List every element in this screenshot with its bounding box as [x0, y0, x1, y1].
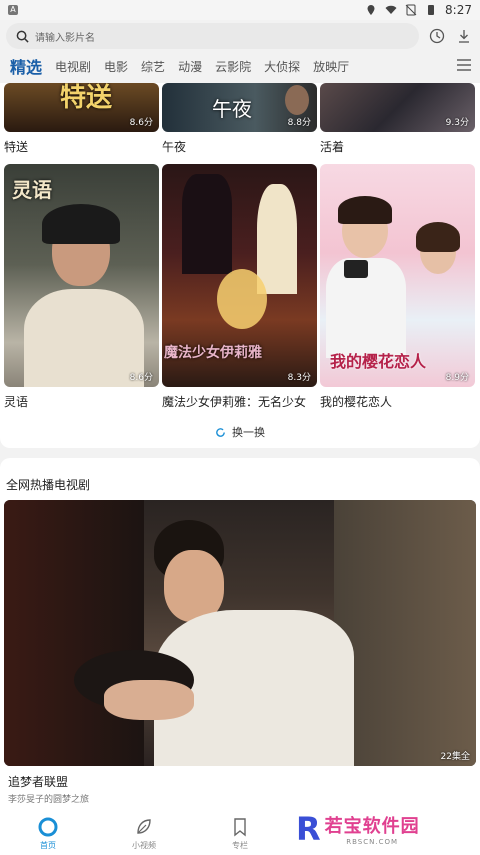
tab-movies[interactable]: 电影	[104, 58, 128, 75]
hot-tv-section: 全网热播电视剧 22集全 追梦者联盟 李莎旻子的圆梦之旅	[0, 458, 480, 813]
status-icons: 8:27	[365, 3, 472, 17]
section-title: 全网热播电视剧	[6, 478, 91, 492]
clock-icon	[429, 28, 444, 44]
movie-card[interactable]: 9.3分 活着	[320, 83, 475, 155]
watermark-main: 若宝软件园	[324, 816, 420, 837]
refresh-button[interactable]: 换一换	[0, 424, 480, 440]
movie-row-2: 灵语 8.6分 灵语 魔法少女伊莉雅 8.3分 魔法少女伊莉雅：无名少女 我的樱…	[4, 164, 478, 410]
location-icon	[367, 5, 375, 15]
poster-wall	[334, 500, 476, 766]
tab-tv-series[interactable]: 电视剧	[55, 58, 91, 75]
home-icon	[38, 817, 58, 837]
rating-badge: 8.6分	[129, 118, 153, 128]
movie-poster: 9.3分	[320, 83, 475, 132]
show-subtitle: 李莎旻子的圆梦之旅	[8, 795, 90, 805]
rating-badge: 8.8分	[287, 118, 311, 128]
movie-poster: 特送 8.6分	[4, 83, 159, 132]
movie-card[interactable]: 午夜 8.8分 午夜	[162, 83, 317, 155]
movie-poster: 我的樱花恋人 8.9分	[320, 164, 475, 387]
watermark-sub: RBSCN.COM	[346, 838, 399, 846]
tab-variety[interactable]: 综艺	[141, 58, 165, 75]
poster-title-art: 灵语	[12, 178, 52, 202]
search-placeholder: 请输入影片名	[35, 32, 95, 44]
refresh-label: 换一换	[232, 426, 265, 439]
poster-title-art: 我的樱花恋人	[330, 352, 427, 371]
history-button[interactable]	[427, 26, 447, 46]
movie-poster: 魔法少女伊莉雅 8.3分	[162, 164, 317, 387]
tab-detective[interactable]: 大侦探	[264, 58, 300, 75]
site-watermark: R 若宝软件园 RBSCN.COM	[296, 810, 476, 848]
nav-label: 首页	[40, 841, 56, 850]
poster-curtain	[4, 500, 144, 766]
download-button[interactable]	[454, 26, 474, 46]
show-title: 追梦者联盟	[8, 775, 69, 789]
nav-home[interactable]: 首页	[0, 817, 96, 851]
category-tabs: 精选 电视剧 电影 综艺 动漫 云影院 大侦探 放映厅	[0, 52, 480, 80]
poster-hair	[416, 222, 460, 252]
search-input[interactable]: 请输入影片名	[6, 23, 419, 49]
movie-card[interactable]: 特送 8.6分 特送	[4, 83, 159, 155]
movie-poster: 午夜 8.8分	[162, 83, 317, 132]
app-notification-icon: A	[8, 5, 18, 15]
bookmark-icon	[234, 818, 246, 837]
no-sim-icon	[405, 4, 417, 16]
poster-glow	[217, 269, 267, 329]
watermark-logo: R	[296, 810, 321, 848]
movie-title: 午夜	[162, 140, 187, 154]
movie-title: 我的樱花恋人	[320, 395, 393, 409]
rating-badge: 9.3分	[445, 118, 469, 128]
movie-title: 魔法少女伊莉雅：无名少女	[162, 395, 307, 409]
featured-show-poster[interactable]: 22集全	[4, 500, 476, 766]
movie-title: 灵语	[4, 395, 29, 409]
rating-badge: 8.3分	[287, 373, 311, 383]
poster-title-art: 午夜	[212, 97, 252, 121]
movie-row-1: 特送 8.6分 特送 午夜 8.8分 午夜 9.3分 活着	[4, 83, 478, 155]
tab-screening-hall[interactable]: 放映厅	[313, 58, 349, 75]
poster-face	[104, 680, 194, 720]
menu-icon[interactable]	[456, 58, 472, 72]
battery-icon	[428, 5, 435, 15]
clock: 8:27	[445, 3, 472, 17]
download-icon	[459, 30, 470, 43]
rating-badge: 8.6分	[129, 373, 153, 383]
nav-label: 专栏	[232, 841, 248, 850]
refresh-icon	[216, 427, 225, 437]
poster-figure	[182, 174, 232, 274]
watermark-text: 若宝软件园 RBSCN.COM	[325, 812, 420, 846]
wifi-icon	[385, 5, 397, 14]
poster-shirt	[24, 289, 144, 387]
featured-section: 特送 8.6分 特送 午夜 8.8分 午夜 9.3分 活着 灵语 8.6分 灵语…	[0, 83, 480, 448]
nav-column[interactable]: 专栏	[192, 817, 288, 851]
poster-hair	[338, 196, 392, 224]
feed-content: 特送 8.6分 特送 午夜 8.8分 午夜 9.3分 活着 灵语 8.6分 灵语…	[0, 83, 480, 813]
movie-card[interactable]: 灵语 8.6分 灵语	[4, 164, 159, 410]
poster-hair	[42, 204, 120, 244]
movie-title: 特送	[4, 140, 29, 154]
tab-anime[interactable]: 动漫	[178, 58, 202, 75]
episode-count-badge: 22集全	[440, 752, 470, 762]
nav-short-video[interactable]: 小视频	[96, 817, 192, 851]
search-row: 请输入影片名	[0, 22, 480, 50]
search-icon	[16, 30, 29, 43]
camera-icon	[344, 260, 368, 278]
movie-poster: 灵语 8.6分	[4, 164, 159, 387]
poster-face	[285, 85, 309, 115]
nav-label: 小视频	[132, 841, 156, 850]
poster-title-art: 魔法少女伊莉雅	[164, 345, 262, 361]
tab-cloud-cinema[interactable]: 云影院	[215, 58, 251, 75]
status-bar: A 8:27	[0, 0, 480, 20]
movie-card[interactable]: 我的樱花恋人 8.9分 我的樱花恋人	[320, 164, 475, 410]
poster-figure	[257, 184, 297, 294]
movie-card[interactable]: 魔法少女伊莉雅 8.3分 魔法少女伊莉雅：无名少女	[162, 164, 317, 410]
poster-title-art: 特送	[60, 83, 113, 113]
movie-title: 活着	[320, 140, 345, 154]
leaf-icon	[137, 819, 151, 834]
rating-badge: 8.9分	[445, 373, 469, 383]
tab-featured[interactable]: 精选	[10, 54, 42, 78]
